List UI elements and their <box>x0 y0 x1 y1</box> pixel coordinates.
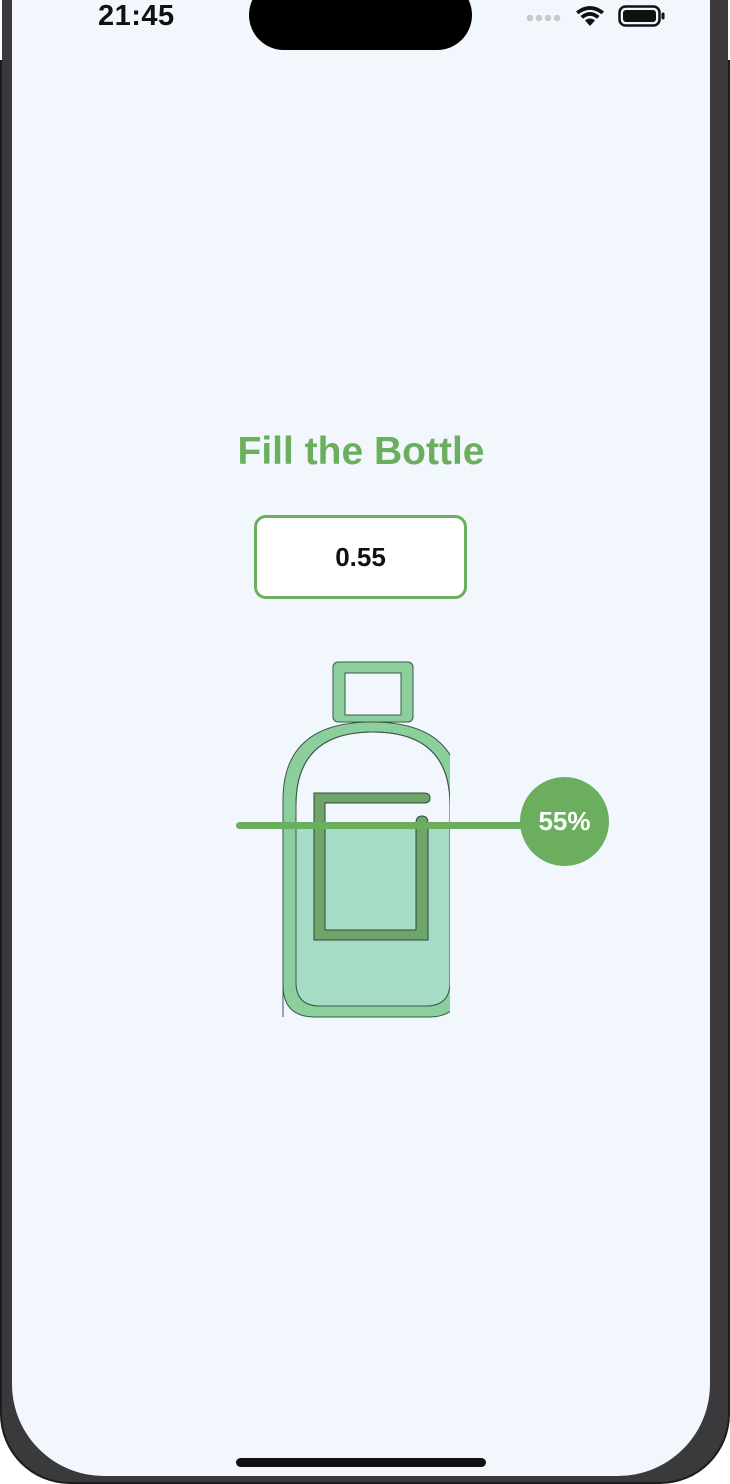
page-title: Fill the Bottle <box>237 430 485 473</box>
status-time: 21:45 <box>98 0 175 32</box>
status-icons <box>526 4 666 33</box>
fill-slider-thumb[interactable]: 55% <box>520 777 609 866</box>
phone-screen: 21:45 Fill the Bottle 0.55 55% <box>12 0 710 1476</box>
wifi-icon <box>574 4 606 33</box>
dynamic-island <box>249 0 472 50</box>
fill-slider-track[interactable] <box>236 822 526 829</box>
fill-percent-label: 55% <box>538 806 591 836</box>
bottle-graphic <box>282 661 450 1018</box>
cellular-dots-icon <box>526 10 562 28</box>
device-frame: 21:45 Fill the Bottle 0.55 55% <box>0 0 730 1484</box>
fill-value-input[interactable] <box>254 515 467 599</box>
bottle-cap-opening <box>344 672 402 716</box>
home-indicator[interactable] <box>236 1458 486 1467</box>
battery-icon <box>618 4 666 33</box>
